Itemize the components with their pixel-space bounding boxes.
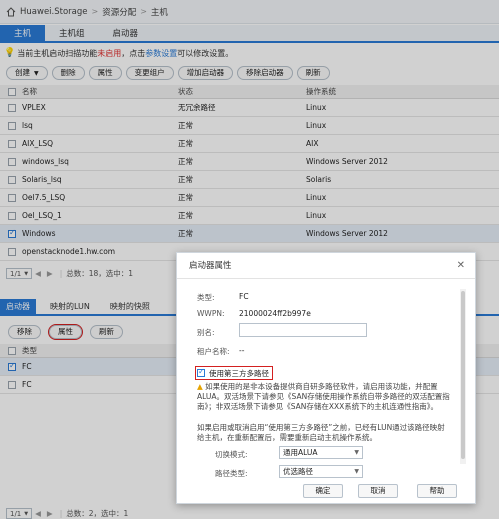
path-type-label: 路径类型: [215,469,248,478]
tenant-label: 租户名称: [197,347,230,356]
third-party-multipath-option[interactable]: 使用第三方多路径 [195,366,273,380]
warning-icon: ▲ [197,382,203,391]
type-value: FC [239,292,249,301]
info-note-1: ▲ 如果使用的是非本设备提供商自研多路径软件，请启用该功能，并配置ALUA。双活… [197,382,452,412]
third-party-multipath-label: 使用第三方多路径 [209,368,269,378]
path-type-select[interactable]: 优选路径 ▼ [279,465,363,478]
chevron-down-icon: ▼ [354,449,359,456]
switch-mode-value: 通用ALUA [283,448,318,457]
ok-button[interactable]: 确定 [303,484,343,498]
info-note-2: 如果启用或取消启用“使用第三方多路径”之前，已经有LUN通过该路径映射给主机，在… [197,423,452,443]
dialog-title: 启动器属性 [177,253,475,279]
third-party-multipath-checkbox[interactable] [197,367,205,377]
chevron-down-icon: ▼ [354,468,359,475]
switch-mode-select[interactable]: 通用ALUA ▼ [279,446,363,459]
wwpn-label: WWPN: [197,309,225,318]
info-text-1: 如果使用的是非本设备提供商自研多路径软件，请启用该功能，并配置ALUA。双活场景… [197,382,450,411]
type-label: 类型: [197,293,215,302]
help-button[interactable]: 帮助 [417,484,457,498]
path-type-value: 优选路径 [283,467,313,476]
info-text-2: 如果启用或取消启用“使用第三方多路径”之前，已经有LUN通过该路径映射给主机，在… [197,423,445,442]
switch-mode-label: 切换模式: [215,450,248,459]
cancel-button[interactable]: 取消 [358,484,398,498]
dialog-scrollbar[interactable] [460,289,466,464]
close-icon[interactable]: ✕ [457,260,465,271]
tenant-value: -- [239,346,245,355]
alias-label: 别名: [197,328,215,337]
alias-input[interactable] [239,323,367,337]
wwpn-value: 21000024ff2b997e [239,309,311,318]
initiator-properties-dialog: 启动器属性 ✕ 类型: FC WWPN: 21000024ff2b997e 别名… [176,252,476,504]
